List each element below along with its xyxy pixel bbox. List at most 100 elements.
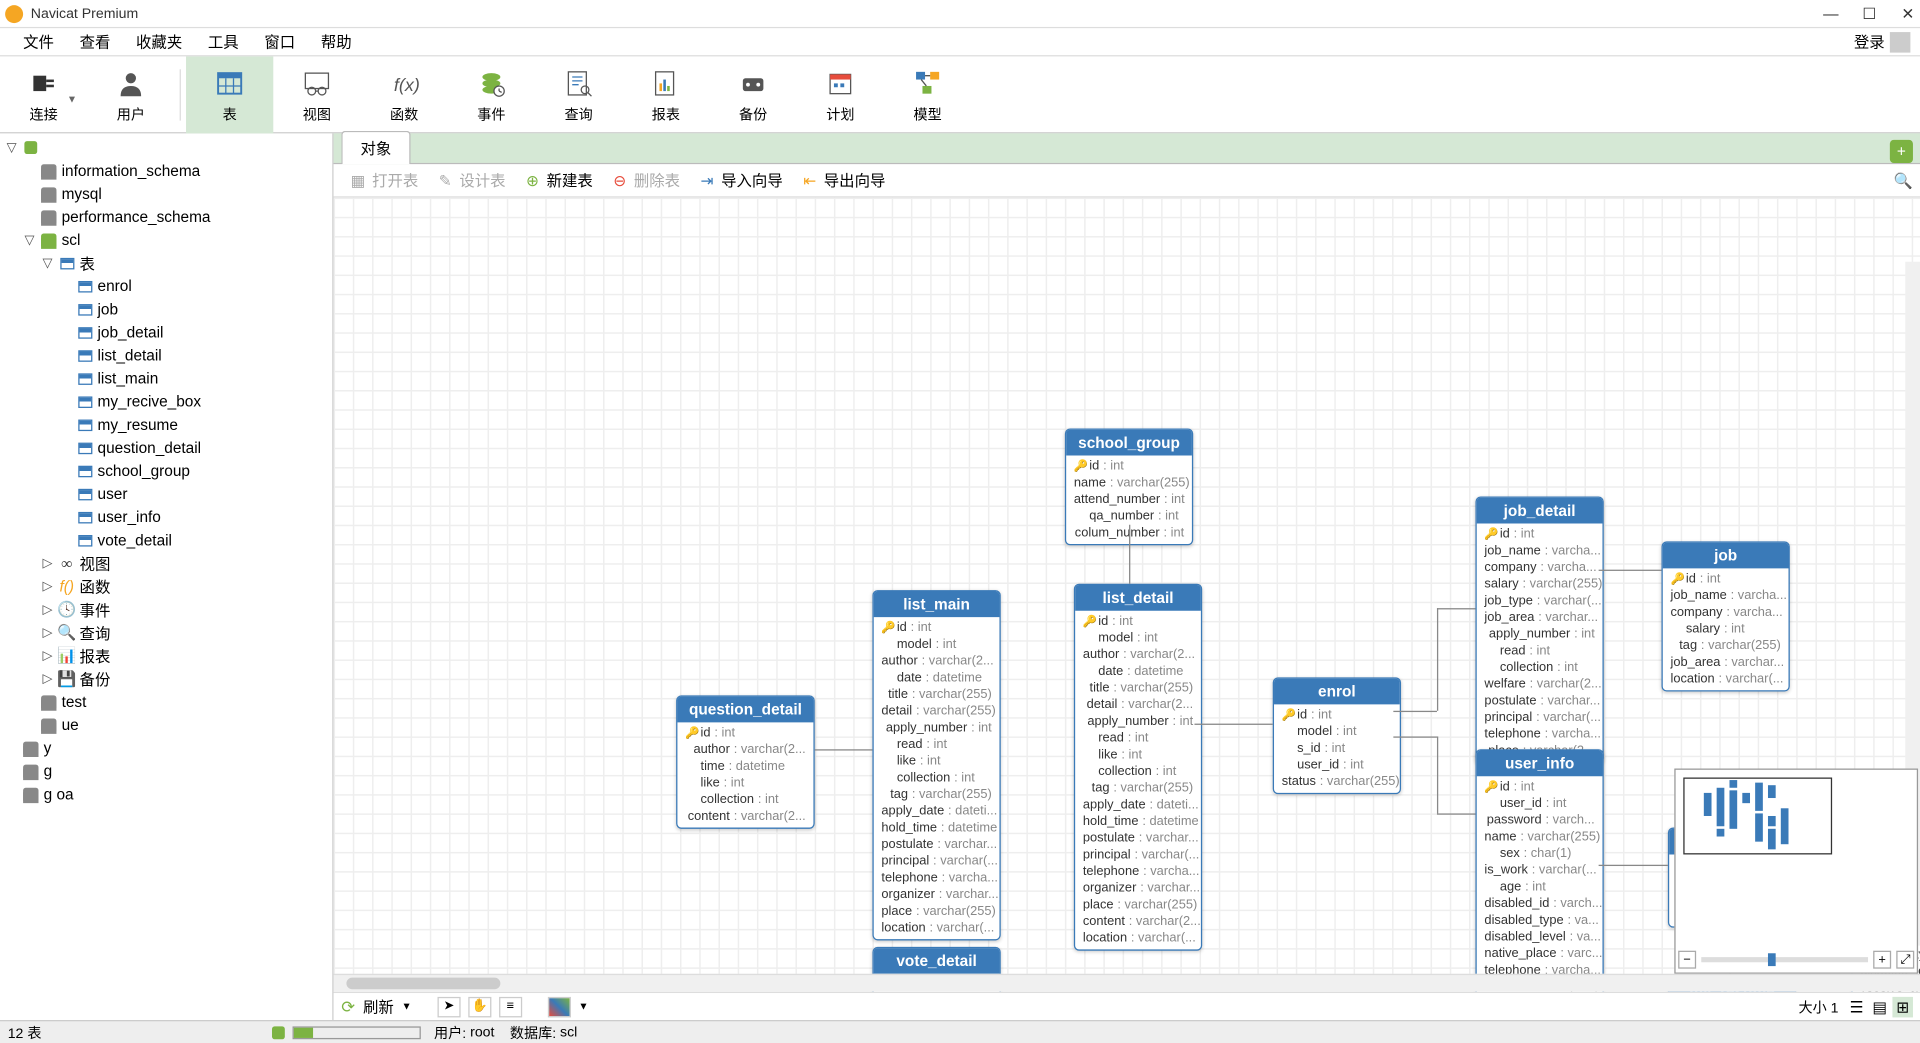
er-entity-job_detail[interactable]: job_detail🔑id: intjob_name: varcha...com… (1475, 497, 1603, 764)
menu-tools[interactable]: 工具 (195, 31, 251, 53)
toolbar-table[interactable]: 表 (186, 56, 273, 133)
zoom-slider[interactable] (1701, 957, 1868, 962)
pointer-tool[interactable]: ➤ (437, 996, 460, 1017)
content-area: 对象 + ▦打开表 ✎设计表 ⊕新建表 ⊖删除表 ⇥导入向导 ⇤导出向导 🔍 s… (334, 133, 1920, 1020)
er-view-icon[interactable]: ⊞ (1892, 996, 1913, 1017)
zoom-out-button[interactable]: − (1678, 951, 1696, 969)
tree-table-item[interactable]: user_info (0, 506, 332, 529)
refresh-label[interactable]: 刷新 (363, 996, 394, 1018)
tree-table-item[interactable]: vote_detail (0, 529, 332, 552)
menu-help[interactable]: 帮助 (308, 31, 364, 53)
layout-tool[interactable]: ≡ (499, 996, 522, 1017)
tree-table-item[interactable]: my_recive_box (0, 390, 332, 413)
menu-file[interactable]: 文件 (10, 31, 66, 53)
login-link[interactable]: 登录 (1854, 31, 1885, 53)
tree-table-item[interactable]: job (0, 298, 332, 321)
toolbar-user[interactable]: 用户 (87, 56, 174, 133)
er-field: read: int (874, 736, 1000, 753)
zoom-in-button[interactable]: + (1873, 951, 1891, 969)
menu-window[interactable]: 窗口 (252, 31, 308, 53)
zoom-fit-button[interactable]: ⤢ (1896, 951, 1914, 969)
tree-queries[interactable]: 查询 (80, 622, 111, 644)
er-entity-user_info[interactable]: user_info🔑id: intuser_id: intpassword: v… (1475, 749, 1603, 991)
action-import[interactable]: ⇥导入向导 (690, 167, 790, 194)
toolbar-report[interactable]: 报表 (622, 56, 709, 133)
add-tab-button[interactable]: + (1890, 140, 1913, 163)
er-field: place: varchar(255) (1075, 897, 1201, 914)
er-entity-job[interactable]: job🔑id: intjob_name: varcha...company: v… (1661, 541, 1789, 691)
hand-tool[interactable]: ✋ (468, 996, 491, 1017)
tree-tables-node[interactable]: 表 (80, 252, 95, 274)
tree-views[interactable]: 视图 (80, 552, 111, 574)
database-icon (41, 718, 56, 731)
toolbar-event[interactable]: 事件 (448, 56, 535, 133)
search-icon[interactable]: 🔍 (1894, 171, 1913, 189)
er-field: location: varchar(... (874, 920, 1000, 937)
tree-item[interactable]: y (0, 736, 332, 759)
tree-table-item[interactable]: school_group (0, 459, 332, 482)
list-view-icon[interactable]: ☰ (1846, 996, 1867, 1017)
tree-reports[interactable]: 报表 (80, 645, 111, 667)
tab-objects[interactable]: 对象 (341, 131, 410, 164)
tree-table-item[interactable]: job_detail (0, 321, 332, 344)
er-field: place: varchar(255) (874, 903, 1000, 920)
tree-table-item[interactable]: enrol (0, 275, 332, 298)
toolbar-model[interactable]: 模型 (884, 56, 971, 133)
user-avatar-icon[interactable] (1890, 31, 1911, 52)
tree-table-item[interactable]: list_main (0, 367, 332, 390)
toolbar-connect[interactable]: 连接 ▼ (0, 56, 87, 133)
er-field: content: varchar(2... (1075, 913, 1201, 930)
tree-table-item[interactable]: list_detail (0, 344, 332, 367)
horizontal-scrollbar[interactable] (334, 974, 1920, 992)
er-field: model: int (1274, 724, 1400, 741)
action-new-table[interactable]: ⊕新建表 (516, 167, 601, 194)
tree-db-scl[interactable]: scl (62, 231, 81, 249)
tree-table-item[interactable]: question_detail (0, 436, 332, 459)
action-delete-table[interactable]: ⊖删除表 (603, 167, 688, 194)
toolbar-backup[interactable]: 备份 (709, 56, 796, 133)
tree-events[interactable]: 事件 (80, 599, 111, 621)
backup-icon (735, 65, 771, 101)
tree-db-item[interactable]: performance_schema (0, 205, 332, 228)
color-tool[interactable] (548, 996, 571, 1017)
tree-table-item[interactable]: user (0, 482, 332, 505)
database-icon (41, 210, 56, 223)
action-design-table[interactable]: ✎设计表 (429, 167, 514, 194)
toolbar-query[interactable]: 查询 (535, 56, 622, 133)
tree-item[interactable]: ue (0, 713, 332, 736)
er-field: tag: varchar(255) (1075, 780, 1201, 797)
menu-view[interactable]: 查看 (67, 31, 123, 53)
action-export[interactable]: ⇤导出向导 (793, 167, 893, 194)
tree-table-item[interactable]: my_resume (0, 413, 332, 436)
minimap[interactable]: − + ⤢ (1674, 769, 1918, 974)
refresh-icon[interactable]: ⟳ (341, 996, 355, 1017)
tree-item[interactable]: test (0, 690, 332, 713)
toolbar-schedule[interactable]: 计划 (797, 56, 884, 133)
action-open-table[interactable]: ▦打开表 (341, 167, 426, 194)
tree-db-item[interactable]: information_schema (0, 159, 332, 182)
er-field: welfare: varchar(2... (1477, 676, 1603, 693)
er-entity-enrol[interactable]: enrol🔑id: intmodel: ints_id: intuser_id:… (1273, 677, 1401, 794)
er-field: hold_time: datetime (874, 820, 1000, 837)
toolbar-view[interactable]: 视图 (273, 56, 360, 133)
maximize-button[interactable]: ☐ (1862, 6, 1877, 21)
close-button[interactable]: ✕ (1900, 6, 1915, 21)
app-icon (5, 4, 23, 22)
er-entity-list_main[interactable]: list_main🔑id: intmodel: intauthor: varch… (872, 590, 1000, 940)
menu-favorites[interactable]: 收藏夹 (123, 31, 195, 53)
toolbar-function[interactable]: f(x) 函数 (361, 56, 448, 133)
er-entity-list_detail[interactable]: list_detail🔑id: intmodel: intauthor: var… (1074, 584, 1202, 951)
tree-functions[interactable]: 函数 (80, 575, 111, 597)
minimize-button[interactable]: — (1823, 6, 1838, 21)
er-field: job_name: varcha... (1663, 588, 1789, 605)
er-field: salary: int (1663, 621, 1789, 638)
er-field: apply_date: dateti... (874, 803, 1000, 820)
tree-item[interactable]: g oa (0, 783, 332, 806)
detail-view-icon[interactable]: ▤ (1869, 996, 1890, 1017)
tree-db-item[interactable]: mysql (0, 182, 332, 205)
tree-backups[interactable]: 备份 (80, 668, 111, 690)
tree-item[interactable]: g (0, 760, 332, 783)
connection-tree[interactable]: ▽ information_schemamysqlperformance_sch… (0, 133, 334, 1020)
er-field: s_id: int (1274, 740, 1400, 757)
er-entity-question_detail[interactable]: question_detail🔑id: intauthor: varchar(2… (676, 695, 815, 828)
